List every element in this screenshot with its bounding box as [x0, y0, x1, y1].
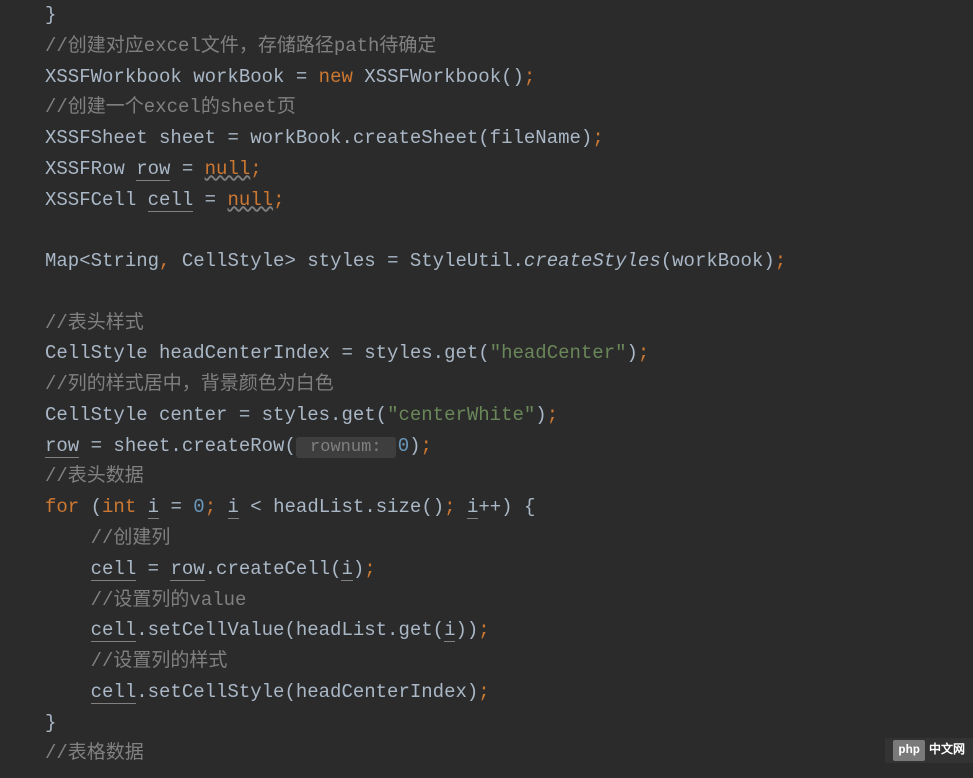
code-comment: //表头数据 — [45, 461, 973, 492]
code-line: CellStyle center = styles.get("centerWhi… — [45, 400, 973, 431]
code-line: for (int i = 0; i < headList.size(); i++… — [45, 492, 973, 523]
watermark-badge: php中文网 — [885, 738, 973, 763]
code-comment: //创建对应excel文件，存储路径path待确定 — [45, 31, 973, 62]
parameter-hint: rownum: — [296, 437, 396, 458]
code-line: CellStyle headCenterIndex = styles.get("… — [45, 338, 973, 369]
code-line: Map<String, CellStyle> styles = StyleUti… — [45, 246, 973, 277]
code-comment: //创建列 — [45, 523, 973, 554]
php-logo: php — [893, 740, 925, 761]
code-line: } — [45, 708, 973, 739]
code-line: XSSFRow row = null; — [45, 154, 973, 185]
code-comment: //设置列的value — [45, 585, 973, 616]
code-line: cell.setCellValue(headList.get(i)); — [45, 615, 973, 646]
code-line: cell.setCellStyle(headCenterIndex); — [45, 677, 973, 708]
code-comment: //列的样式居中，背景颜色为白色 — [45, 369, 973, 400]
code-line: cell = row.createCell(i); — [45, 554, 973, 585]
code-line: } — [45, 0, 973, 31]
code-line: XSSFCell cell = null; — [45, 185, 973, 216]
code-line: XSSFSheet sheet = workBook.createSheet(f… — [45, 123, 973, 154]
code-line: XSSFWorkbook workBook = new XSSFWorkbook… — [45, 62, 973, 93]
code-comment: //创建一个excel的sheet页 — [45, 92, 973, 123]
code-comment: //表格数据 — [45, 738, 973, 769]
badge-suffix: 中文网 — [929, 741, 965, 760]
code-comment: //表头样式 — [45, 308, 973, 339]
empty-line — [45, 277, 973, 308]
empty-line — [45, 215, 973, 246]
code-comment: //设置列的样式 — [45, 646, 973, 677]
code-line: row = sheet.createRow( rownum: 0); — [45, 431, 973, 462]
